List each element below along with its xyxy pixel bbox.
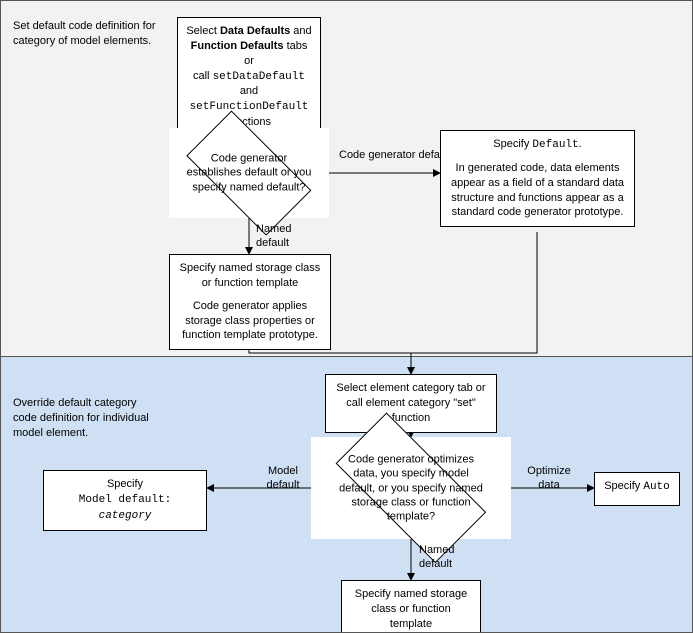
t: Default xyxy=(532,139,578,151)
edge-label-named-default-top: Named default xyxy=(256,223,306,251)
box-select-element-category: Select element category tab or call elem… xyxy=(325,374,497,433)
t: Specify xyxy=(493,138,532,150)
t: call xyxy=(193,70,213,82)
t: Auto xyxy=(643,481,669,493)
t: Model default: xyxy=(79,494,171,506)
flowchart-frame: Set default code definition for category… xyxy=(0,0,693,633)
t: Code generator applies storage class pro… xyxy=(178,299,322,344)
t: or xyxy=(186,54,312,69)
decision-text: Code generator optimizes data, you speci… xyxy=(339,452,483,523)
t: Specify xyxy=(604,480,643,492)
box-select-defaults-tabs: Select Data Defaults and Function Defaul… xyxy=(177,17,321,137)
box-specify-auto: Specify Auto xyxy=(594,472,680,506)
t: tabs xyxy=(284,40,308,52)
t: setFunctionDefault xyxy=(190,101,309,113)
box-specify-named-template-top: Specify named storage class or function … xyxy=(169,254,331,350)
t: . xyxy=(579,138,582,150)
t: Select xyxy=(186,25,220,37)
edge-label-optimize-data: Optimize data xyxy=(521,465,577,493)
t: and xyxy=(290,25,311,37)
edge-label-model-default: Model default xyxy=(259,465,307,493)
t: Function Defaults xyxy=(191,40,284,52)
t: Specify named storage class or function … xyxy=(178,261,322,291)
box-specify-named-template-bottom: Specify named storage class or function … xyxy=(341,580,481,633)
caption-top: Set default code definition for category… xyxy=(13,19,163,49)
edge-label-named-default-bottom: Named default xyxy=(419,544,469,572)
box-specify-model-default: Specify Model default: category xyxy=(43,470,207,531)
t: setDataDefault xyxy=(213,71,305,83)
decision-text: Code generator establishes default or yo… xyxy=(185,152,313,195)
t: In generated code, data elements appear … xyxy=(449,161,626,220)
box-specify-default: Specify Default. In generated code, data… xyxy=(440,130,635,227)
edge-label-codegen-default: Code generator default xyxy=(339,149,452,163)
t: and xyxy=(240,85,258,97)
t: Specify xyxy=(52,477,198,492)
decision-override-choice: Code generator optimizes data, you speci… xyxy=(311,437,511,539)
t: category xyxy=(99,510,152,522)
t: Data Defaults xyxy=(220,25,290,37)
caption-bottom: Override default category code definitio… xyxy=(13,396,163,441)
decision-default-or-named: Code generator establishes default or yo… xyxy=(169,128,329,218)
